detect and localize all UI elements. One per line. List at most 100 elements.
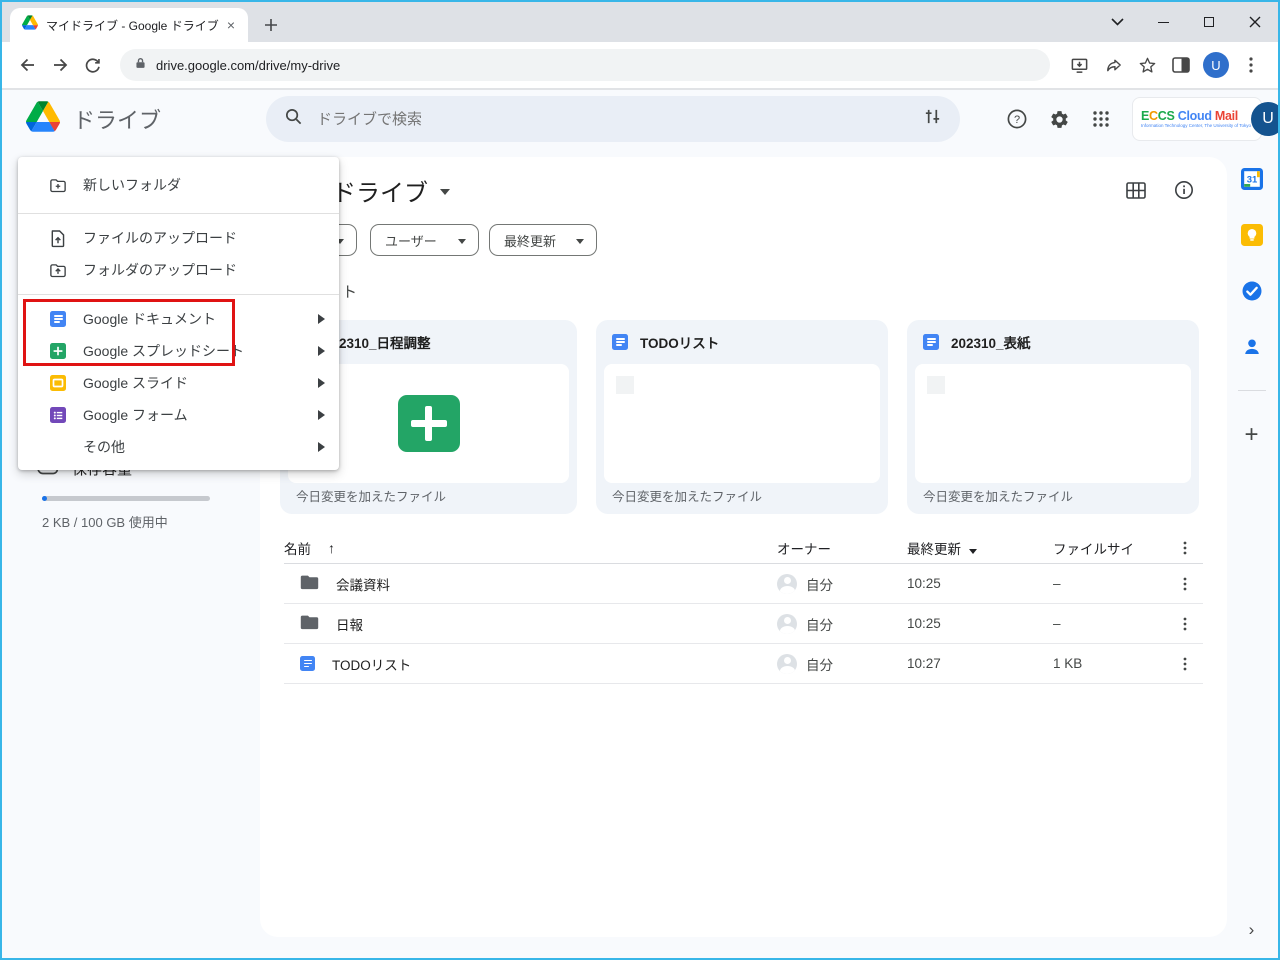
card-reason: 今日変更を加えたファイル xyxy=(296,490,447,504)
owner-avatar xyxy=(777,613,797,634)
search-input[interactable] xyxy=(317,110,923,128)
forms-icon xyxy=(50,407,66,423)
submenu-arrow-icon xyxy=(318,378,325,388)
storage-progress-bar xyxy=(42,496,210,501)
tasks-icon[interactable] xyxy=(1241,280,1263,302)
drive-logo-icon xyxy=(26,101,60,137)
file-list: 名前 ↑ オーナー 最終更新 ファイルサイ 会議資料 自分 10:25 – 日報… xyxy=(284,532,1203,684)
keep-icon[interactable] xyxy=(1240,224,1263,246)
filter-chip-people[interactable]: ユーザー xyxy=(370,224,479,256)
address-bar[interactable]: drive.google.com/drive/my-drive xyxy=(120,49,1050,81)
row-options-kebab-icon[interactable] xyxy=(1167,608,1203,640)
new-item-menu: 新しいフォルダ ファイルのアップロード フォルダのアップロード Google ド… xyxy=(18,157,339,470)
search-bar[interactable] xyxy=(266,96,960,142)
tab-title: マイドライブ - Google ドライブ xyxy=(46,18,219,33)
new-tab-button[interactable] xyxy=(258,12,284,38)
owner-avatar xyxy=(777,653,797,674)
menu-item-google-slides[interactable]: Google スライド xyxy=(18,367,339,399)
menu-item-new-folder[interactable]: 新しいフォルダ xyxy=(18,165,339,205)
sheets-icon xyxy=(50,343,66,359)
browser-toolbar: drive.google.com/drive/my-drive U xyxy=(2,42,1278,88)
table-row[interactable]: 日報 自分 10:25 – xyxy=(284,604,1203,644)
menu-item-more[interactable]: その他 xyxy=(18,431,339,463)
menu-item-folder-upload[interactable]: フォルダのアップロード xyxy=(18,254,339,286)
help-icon[interactable]: ? xyxy=(996,98,1038,140)
svg-text:?: ? xyxy=(1014,114,1020,126)
get-addons-plus-icon[interactable]: + xyxy=(1244,421,1258,449)
folder-icon xyxy=(300,574,319,593)
storage-usage-text: 2 KB / 100 GB 使用中 xyxy=(42,515,168,530)
submenu-arrow-icon xyxy=(318,346,325,356)
menu-item-google-docs[interactable]: Google ドキュメント xyxy=(18,303,339,335)
chevron-down-icon xyxy=(576,239,584,244)
file-preview xyxy=(604,364,880,483)
modified-time: 10:27 xyxy=(907,656,941,671)
chevron-down-icon xyxy=(458,239,466,244)
owner-name: 自分 xyxy=(806,657,833,673)
menu-item-file-upload[interactable]: ファイルのアップロード xyxy=(18,222,339,254)
tab-strip: マイドライブ - Google ドライブ × xyxy=(2,2,1278,42)
sort-ascending-icon[interactable]: ↑ xyxy=(328,540,335,556)
contacts-icon[interactable] xyxy=(1241,336,1263,358)
folder-icon xyxy=(300,614,319,633)
browser-profile-avatar[interactable]: U xyxy=(1203,52,1229,78)
column-modified[interactable]: 最終更新 xyxy=(907,538,1053,558)
reload-button[interactable] xyxy=(76,49,108,81)
grid-view-toggle-icon[interactable] xyxy=(1125,179,1147,201)
window-close-button[interactable] xyxy=(1232,2,1278,42)
filter-chip-modified[interactable]: 最終更新 xyxy=(489,224,597,256)
file-name: 会議資料 xyxy=(336,577,390,593)
menu-item-google-forms[interactable]: Google フォーム xyxy=(18,399,339,431)
calendar-day: 31 xyxy=(1246,175,1257,186)
install-app-icon[interactable] xyxy=(1062,49,1096,81)
column-size[interactable]: ファイルサイ xyxy=(1053,538,1167,558)
owner-name: 自分 xyxy=(806,577,833,593)
suggestion-card[interactable]: 202310_表紙 今日変更を加えたファイル xyxy=(907,320,1199,514)
bookmark-star-icon[interactable] xyxy=(1130,49,1164,81)
search-options-icon[interactable] xyxy=(923,107,942,131)
file-upload-icon xyxy=(49,229,67,247)
modified-time: 10:25 xyxy=(907,616,941,631)
drive-favicon-icon xyxy=(22,15,38,35)
drive-app: ドライブ ? ECCS Cloud Mail Information Techn… xyxy=(2,90,1278,958)
table-row[interactable]: TODOリスト 自分 10:27 1 KB xyxy=(284,644,1203,684)
hide-side-panel-chevron-icon[interactable]: › xyxy=(1249,920,1255,940)
forward-button[interactable] xyxy=(44,49,76,81)
browser-window: マイドライブ - Google ドライブ × drive.google.com/… xyxy=(0,0,1280,960)
title-dropdown-caret-icon[interactable] xyxy=(440,189,450,195)
owner-name: 自分 xyxy=(806,617,833,633)
calendar-icon[interactable]: 31 xyxy=(1240,168,1263,190)
search-icon xyxy=(284,107,303,131)
folder-upload-icon xyxy=(49,261,67,279)
details-info-icon[interactable] xyxy=(1173,179,1195,201)
side-panel-icon[interactable] xyxy=(1164,49,1198,81)
lock-icon xyxy=(134,56,147,75)
suggestions-heading-fragment: ト xyxy=(342,284,358,301)
suggestion-card[interactable]: TODOリスト 今日変更を加えたファイル xyxy=(596,320,888,514)
menu-item-google-sheets[interactable]: Google スプレッドシート xyxy=(18,335,339,367)
window-minimize-button[interactable] xyxy=(1140,2,1186,42)
column-name[interactable]: 名前 xyxy=(284,538,311,558)
sort-descending-icon xyxy=(969,549,977,554)
table-row[interactable]: 会議資料 自分 10:25 – xyxy=(284,564,1203,604)
sheets-logo-glyph xyxy=(397,395,460,452)
settings-gear-icon[interactable] xyxy=(1038,98,1080,140)
browser-menu-kebab-icon[interactable] xyxy=(1234,49,1268,81)
side-panel-strip: 31 + › xyxy=(1225,90,1278,958)
apps-grid-icon[interactable] xyxy=(1080,98,1122,140)
back-button[interactable] xyxy=(12,49,44,81)
submenu-arrow-icon xyxy=(318,314,325,324)
window-maximize-button[interactable] xyxy=(1186,2,1232,42)
share-icon[interactable] xyxy=(1096,49,1130,81)
app-name: ドライブ xyxy=(73,108,162,133)
browser-tab[interactable]: マイドライブ - Google ドライブ × xyxy=(10,8,248,42)
drive-header: ドライブ ? ECCS Cloud Mail Information Techn… xyxy=(2,90,1278,148)
row-options-kebab-icon[interactable] xyxy=(1167,648,1203,680)
file-name: TODOリスト xyxy=(332,657,412,673)
tab-close-icon[interactable]: × xyxy=(222,16,240,34)
column-owner[interactable]: オーナー xyxy=(777,538,907,558)
file-list-header: 名前 ↑ オーナー 最終更新 ファイルサイ xyxy=(284,532,1203,564)
column-options-kebab-icon[interactable] xyxy=(1167,532,1203,564)
tab-search-chevron-icon[interactable] xyxy=(1094,2,1140,42)
row-options-kebab-icon[interactable] xyxy=(1167,568,1203,600)
